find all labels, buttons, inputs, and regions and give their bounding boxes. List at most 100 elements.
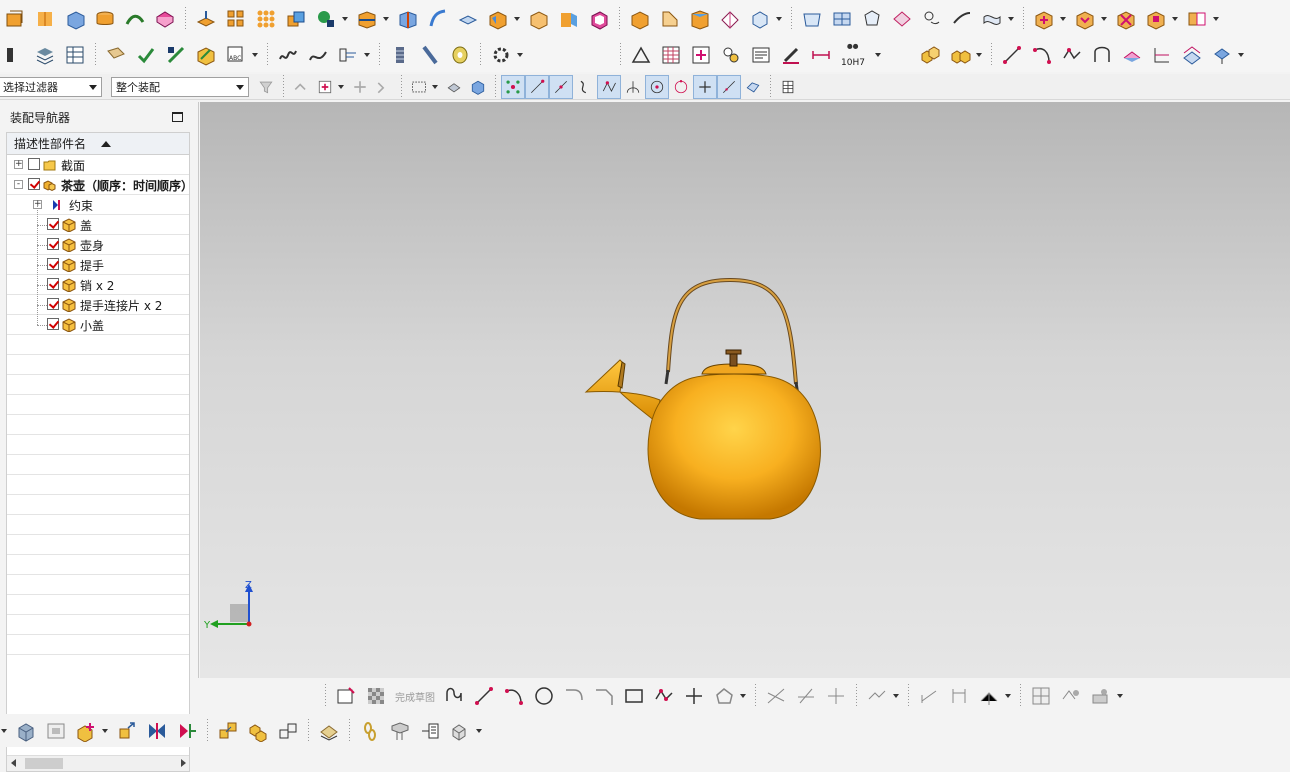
component-group-icon[interactable] (917, 42, 943, 68)
geometric-constraint-icon[interactable] (976, 683, 1002, 709)
dropdown-arrow[interactable] (1059, 15, 1067, 23)
quick-trim-icon[interactable] (763, 683, 789, 709)
continuous-auto-dimension-icon[interactable] (1058, 683, 1084, 709)
text-note-icon[interactable] (748, 42, 774, 68)
tree-row[interactable]: 小盖 (7, 315, 189, 335)
snap-arc-center-icon[interactable] (622, 76, 644, 98)
tree-row[interactable]: 提手连接片 x 2 (7, 295, 189, 315)
wire-spring-icon[interactable] (417, 42, 443, 68)
profile-icon[interactable] (441, 683, 467, 709)
replace-face-icon[interactable] (526, 6, 552, 32)
scope-dropdown[interactable]: 整个装配 (111, 76, 249, 97)
tree-row[interactable]: - 茶壶（顺序：时间顺序） (7, 175, 189, 195)
draft-icon[interactable] (687, 6, 713, 32)
horizontal-scrollbar[interactable] (7, 755, 189, 771)
studio-spline-icon[interactable] (651, 683, 677, 709)
triangle-icon[interactable] (628, 42, 654, 68)
scroll-left-icon[interactable] (11, 759, 16, 767)
make-corner-icon[interactable] (823, 683, 849, 709)
dropdown-arrow[interactable] (1116, 692, 1124, 700)
snap-endpoint-icon[interactable] (525, 74, 549, 99)
feature-control-icon[interactable] (778, 42, 804, 68)
analysis-icon[interactable] (193, 42, 219, 68)
chamfer-icon[interactable] (591, 683, 617, 709)
chamfer-icon[interactable] (657, 6, 683, 32)
dropdown-arrow[interactable] (975, 51, 983, 59)
snap-points-icon[interactable] (501, 74, 525, 99)
grid-table-icon[interactable] (658, 42, 684, 68)
snap-center-icon[interactable] (645, 74, 669, 99)
box-select-icon[interactable] (408, 76, 430, 98)
linear-dimension-icon[interactable] (946, 683, 972, 709)
surface-icon[interactable] (425, 6, 451, 32)
snap-on-curve-icon[interactable] (717, 74, 741, 99)
offset-curve-icon[interactable] (1179, 42, 1205, 68)
dropdown-arrow[interactable] (341, 15, 349, 23)
snap-on-face-icon[interactable] (742, 76, 764, 98)
revolve-icon[interactable] (32, 6, 58, 32)
tree-row[interactable]: 壶身 (7, 235, 189, 255)
coil-spring-icon[interactable] (387, 42, 413, 68)
dropdown-arrow[interactable] (431, 83, 439, 91)
visibility-checkbox[interactable] (28, 158, 40, 170)
measure-icon[interactable] (163, 42, 189, 68)
tree-row[interactable]: + 约束 (7, 195, 189, 215)
dropdown-arrow[interactable] (251, 51, 259, 59)
dropdown-arrow[interactable] (337, 83, 345, 91)
snap-intersection-icon[interactable] (597, 74, 621, 99)
trim-body-icon[interactable] (354, 6, 380, 32)
intent-rule-icon[interactable] (314, 76, 336, 98)
tree-row[interactable]: 提手 (7, 255, 189, 275)
select-feature-icon[interactable] (290, 76, 312, 98)
show-hide-constraints-icon[interactable] (174, 718, 200, 744)
assembly-navigator-icon[interactable] (13, 718, 39, 744)
array-icon[interactable] (253, 6, 279, 32)
offset-face-icon[interactable] (455, 6, 481, 32)
exploded-view-icon[interactable] (215, 718, 241, 744)
quick-pick-icon[interactable] (777, 76, 799, 98)
tree-row[interactable]: 销 x 2 (7, 275, 189, 295)
mesh-surface-icon[interactable] (889, 6, 915, 32)
add-component-icon[interactable] (73, 718, 99, 744)
surface-curve-icon[interactable] (799, 6, 825, 32)
scroll-right-icon[interactable] (181, 759, 186, 767)
clearance-analysis-icon[interactable] (447, 718, 473, 744)
intersection-curve-icon[interactable] (1149, 42, 1175, 68)
maximize-icon[interactable] (172, 112, 183, 122)
finish-sketch-label[interactable]: 完成草图 (395, 689, 435, 704)
visibility-checkbox[interactable] (47, 318, 59, 330)
curve-on-surface-icon[interactable] (1209, 42, 1235, 68)
rapid-dimension-icon[interactable] (916, 683, 942, 709)
studio-spline-icon[interactable] (1059, 42, 1085, 68)
pattern-icon[interactable] (223, 6, 249, 32)
visibility-checkbox[interactable] (47, 258, 59, 270)
arc-icon[interactable] (501, 683, 527, 709)
quick-extend-icon[interactable] (793, 683, 819, 709)
add-component-icon[interactable] (1031, 6, 1057, 32)
wave-geometry-linker-icon[interactable] (316, 718, 342, 744)
shell-body-icon[interactable] (586, 6, 612, 32)
stop-selection-icon[interactable] (373, 76, 395, 98)
point-icon[interactable] (681, 683, 707, 709)
fillet-curve-icon[interactable] (1089, 42, 1115, 68)
mirror-assembly-icon[interactable] (1184, 6, 1210, 32)
selection-filter-dropdown[interactable]: 选择过滤器 (0, 76, 102, 97)
add-grid-icon[interactable] (688, 42, 714, 68)
finish-sketch-icon[interactable] (363, 683, 389, 709)
assembly-constraints-icon[interactable] (144, 718, 170, 744)
dropdown-arrow[interactable] (1100, 15, 1108, 23)
extrude-icon[interactable] (2, 6, 28, 32)
sketch-settings-icon[interactable] (1088, 683, 1114, 709)
dropdown-arrow[interactable] (874, 51, 882, 59)
datum-icon[interactable] (313, 6, 339, 32)
bolt-icon[interactable] (335, 42, 361, 68)
ruled-surface-icon[interactable] (979, 6, 1005, 32)
tree-row[interactable]: + 截面 (7, 155, 189, 175)
line-icon[interactable] (471, 683, 497, 709)
assembly-sequence-icon[interactable] (947, 42, 973, 68)
visibility-checkbox[interactable] (28, 178, 40, 190)
dropdown-arrow[interactable] (775, 15, 783, 23)
cylinder-icon[interactable] (92, 6, 118, 32)
remove-component-icon[interactable] (1113, 6, 1139, 32)
gear-icon[interactable] (488, 42, 514, 68)
